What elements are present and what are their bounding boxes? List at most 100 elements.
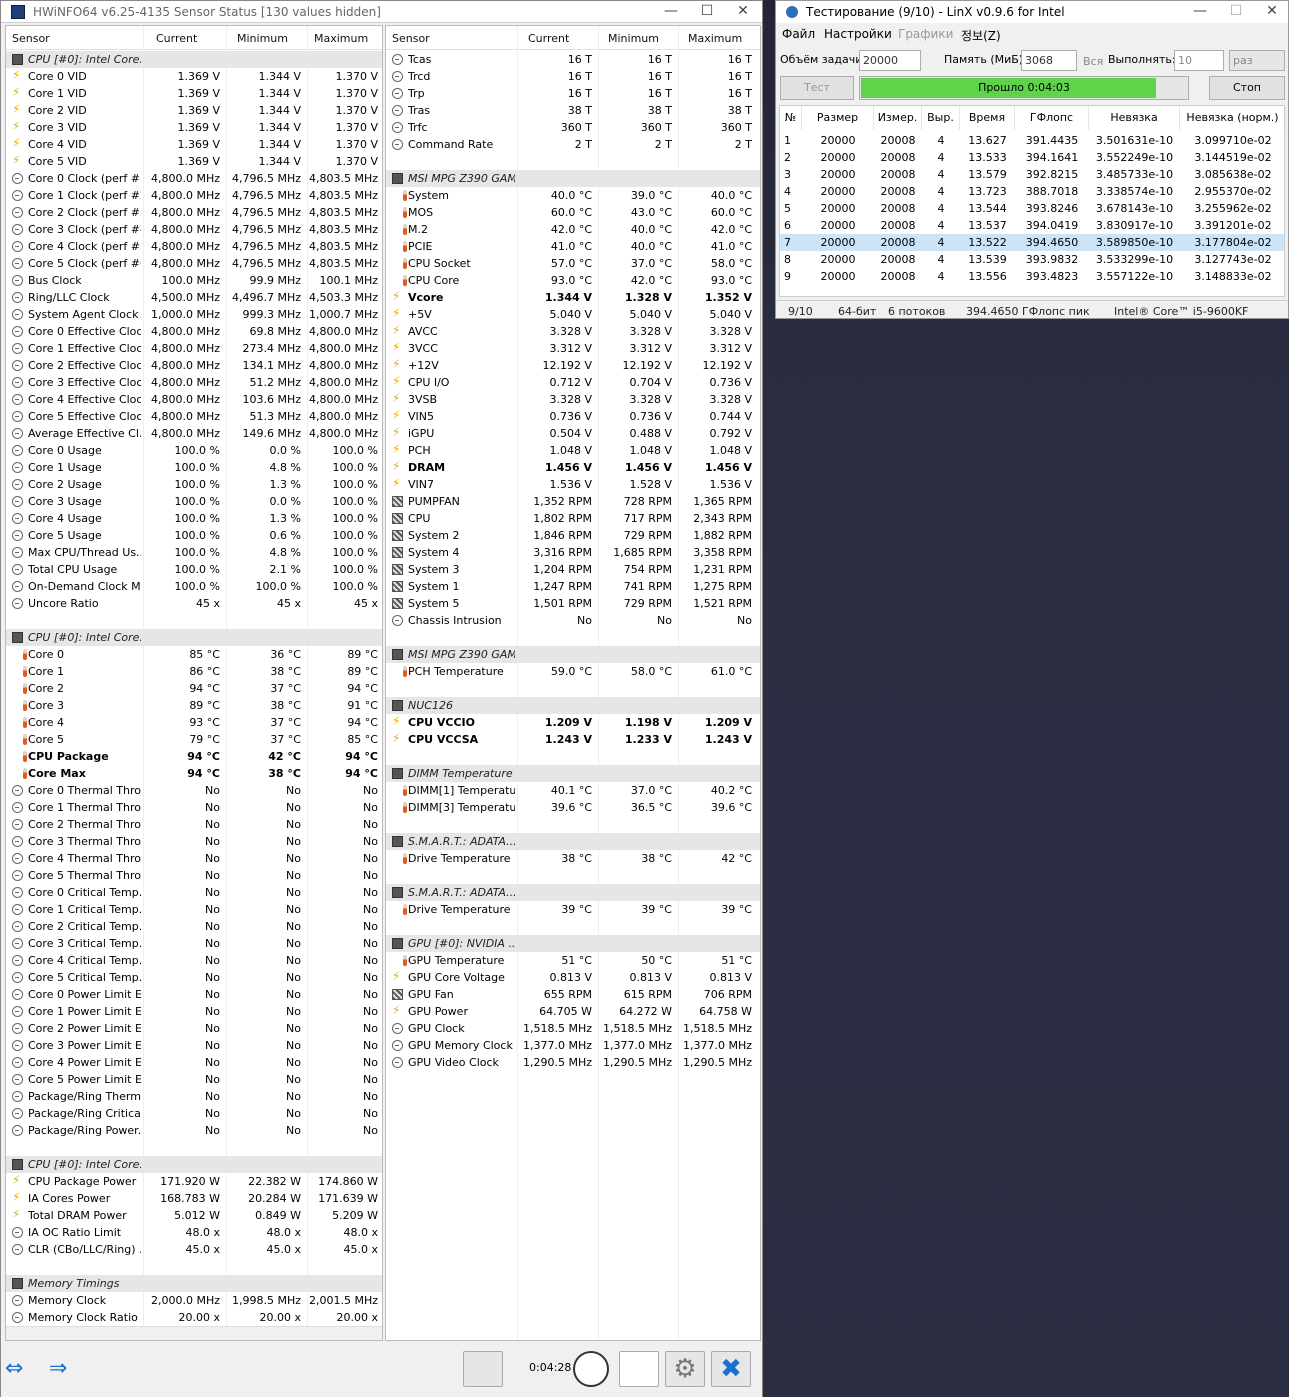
sensor-row[interactable]: System 3 1,204 RPM 754 RPM 1,231 RPM	[386, 561, 760, 578]
sensor-row[interactable]: PCH Temperature 59.0 °C 58.0 °C 61.0 °C	[386, 663, 760, 680]
table-row[interactable]: 4 20000 20008 4 13.723 388.7018 3.338574e-10 2.…	[780, 183, 1284, 200]
sensor-row[interactable]: Bus Clock 100.0 MHz 99.9 MHz 100.1 MHz	[6, 272, 382, 289]
sensor-row[interactable]: ⚡ Core 3 VID 1.369 V 1.344 V 1.370 V	[6, 119, 382, 136]
sensor-row[interactable]: System 40.0 °C 39.0 °C 40.0 °C	[386, 187, 760, 204]
sensor-row[interactable]: Ring/LLC Clock 4,500.0 MHz 4,496.7 MHz 4,50…	[6, 289, 382, 306]
column-residual[interactable]: Невязка	[1089, 106, 1180, 130]
linx-maximize-icon[interactable]: ☐	[1218, 1, 1254, 23]
table-row[interactable]: 1 20000 20008 4 13.627 391.4435 3.501631e-10 3.…	[780, 132, 1284, 149]
column-size[interactable]: Размер	[802, 106, 874, 130]
sensor-row[interactable]: M.2 42.0 °C 40.0 °C 42.0 °C	[386, 221, 760, 238]
menu-settings[interactable]: Настройки	[824, 27, 892, 41]
sensor-row[interactable]: Core 2 Clock (perf #3) 4,800.0 MHz 4,796.5…	[6, 204, 382, 221]
sensor-row[interactable]: Tras 38 T 38 T 38 T	[386, 102, 760, 119]
sensor-row[interactable]: Core 4 Critical Temp... No No No	[6, 952, 382, 969]
table-row[interactable]: 9 20000 20008 4 13.556 393.4823 3.557122e-10 3.…	[780, 268, 1284, 285]
table-row[interactable]: 2 20000 20008 4 13.533 394.1641 3.552249e-10 3.…	[780, 149, 1284, 166]
table-row[interactable]: 8 20000 20008 4 13.539 393.9832 3.533299e-10 3.…	[780, 251, 1284, 268]
hwinfo-titlebar[interactable]: HWiNFO64 v6.25-4135 Sensor Status [130 v…	[1, 1, 762, 23]
run-unit-select[interactable]: раз	[1229, 50, 1285, 71]
sensor-row[interactable]: Core 5 Effective Clock 4,800.0 MHz 51.3 MH…	[6, 408, 382, 425]
exit-icon[interactable]: ✖	[711, 1351, 751, 1387]
sensor-row[interactable]: PUMPFAN 1,352 RPM 728 RPM 1,365 RPM	[386, 493, 760, 510]
sensor-row[interactable]: Core 5 Critical Temp... No No No	[6, 969, 382, 986]
clock-icon[interactable]	[573, 1351, 609, 1387]
sensor-group-header[interactable]: NUC126	[386, 697, 760, 714]
sensor-row[interactable]: Uncore Ratio 45 x 45 x 45 x	[6, 595, 382, 612]
menu-file[interactable]: Файл	[782, 27, 815, 41]
close-icon[interactable]: ✕	[725, 1, 761, 23]
sensor-row[interactable]: System 2 1,846 RPM 729 RPM 1,882 RPM	[386, 527, 760, 544]
sensor-row[interactable]: Core 1 Clock (perf #2) 4,800.0 MHz 4,796.5…	[6, 187, 382, 204]
sensor-row[interactable]: Core 1 Power Limit E... No No No	[6, 1003, 382, 1020]
sensor-row[interactable]: CPU Socket 57.0 °C 37.0 °C 58.0 °C	[386, 255, 760, 272]
sensor-row[interactable]: Core 0 Effective Clock 4,800.0 MHz 69.8 MH…	[6, 323, 382, 340]
sensor-row[interactable]: Core 3 Power Limit E... No No No	[6, 1037, 382, 1054]
sensor-row[interactable]: MOS 60.0 °C 43.0 °C 60.0 °C	[386, 204, 760, 221]
sensor-group-header[interactable]: S.M.A.R.T.: ADATA...	[386, 833, 760, 850]
sensor-row[interactable]: ⚡ CPU VCCSA 1.243 V 1.233 V 1.243 V	[386, 731, 760, 748]
column-minimum[interactable]: Minimum	[608, 32, 674, 45]
sensor-row[interactable]: PCIE 41.0 °C 40.0 °C 41.0 °C	[386, 238, 760, 255]
sensor-row[interactable]: Drive Temperature 38 °C 38 °C 42 °C	[386, 850, 760, 867]
sensor-row[interactable]: ⚡ VIN7 1.536 V 1.528 V 1.536 V	[386, 476, 760, 493]
sensor-row[interactable]: Core 0 Power Limit E... No No No	[6, 986, 382, 1003]
sensor-row[interactable]: Core Max 94 °C 38 °C 94 °C	[6, 765, 382, 782]
sensor-row[interactable]: GPU Fan 655 RPM 615 RPM 706 RPM	[386, 986, 760, 1003]
sensor-row[interactable]: Core 3 Thermal Thro... No No No	[6, 833, 382, 850]
sensor-row[interactable]: Core 5 79 °C 37 °C 85 °C	[6, 731, 382, 748]
sensor-row[interactable]: ⚡ Core 2 VID 1.369 V 1.344 V 1.370 V	[6, 102, 382, 119]
sensor-row[interactable]: Core 5 Usage 100.0 % 0.6 % 100.0 %	[6, 527, 382, 544]
sensor-row[interactable]: Core 5 Power Limit E... No No No	[6, 1071, 382, 1088]
sensor-group-header[interactable]: Memory Timings	[6, 1275, 382, 1292]
table-row[interactable]: 3 20000 20008 4 13.579 392.8215 3.485733e-10 3.…	[780, 166, 1284, 183]
sensor-group-header[interactable]: DIMM Temperature ...	[386, 765, 760, 782]
sensor-row[interactable]: On-Demand Clock M... 100.0 % 100.0 % 100.0 …	[6, 578, 382, 595]
sensor-row[interactable]: Average Effective Cl... 4,800.0 MHz 149.6 …	[6, 425, 382, 442]
sensor-row[interactable]: ⚡ DRAM 1.456 V 1.456 V 1.456 V	[386, 459, 760, 476]
sensor-row[interactable]: Core 4 Effective Clock 4,800.0 MHz 103.6 M…	[6, 391, 382, 408]
sensor-row[interactable]: System 5 1,501 RPM 729 RPM 1,521 RPM	[386, 595, 760, 612]
horizontal-scrollbar[interactable]	[6, 1326, 382, 1340]
settings-gear-icon[interactable]: ⚙	[665, 1351, 705, 1387]
minimize-icon[interactable]: —	[653, 1, 689, 23]
sensor-row[interactable]: GPU Memory Clock 1,377.0 MHz 1,377.0 MHz 1,…	[386, 1037, 760, 1054]
sensor-row[interactable]: ⚡ CPU Package Power 171.920 W 22.382 W 174.8…	[6, 1173, 382, 1190]
sensor-group-header[interactable]: S.M.A.R.T.: ADATA...	[386, 884, 760, 901]
sensor-row[interactable]: ⚡ Core 4 VID 1.369 V 1.344 V 1.370 V	[6, 136, 382, 153]
sensor-row[interactable]: ⚡ VIN5 0.736 V 0.736 V 0.744 V	[386, 408, 760, 425]
sensor-row[interactable]: Total CPU Usage 100.0 % 2.1 % 100.0 %	[6, 561, 382, 578]
sensor-group-header[interactable]: CPU [#0]: Intel Core...	[6, 1156, 382, 1173]
table-row[interactable]: 6 20000 20008 4 13.537 394.0419 3.830917e-10 3.…	[780, 217, 1284, 234]
sensor-row[interactable]: ⚡ Total DRAM Power 5.012 W 0.849 W 5.209 W	[6, 1207, 382, 1224]
column-alignment[interactable]: Выр.	[922, 106, 960, 130]
column-time[interactable]: Время	[960, 106, 1015, 130]
sensor-panel-right[interactable]: Sensor Current Minimum Maximum Tcas 16 T 16 T 1…	[385, 25, 761, 1341]
column-dimension[interactable]: Измер.	[874, 106, 922, 130]
sensor-row[interactable]: Core 1 Critical Temp... No No No	[6, 901, 382, 918]
sensor-row[interactable]: ⚡ GPU Core Voltage 0.813 V 0.813 V 0.813 V	[386, 969, 760, 986]
collapse-right-button[interactable]: ⇒	[49, 1351, 89, 1387]
sensor-row[interactable]: Drive Temperature 39 °C 39 °C 39 °C	[386, 901, 760, 918]
sensor-row[interactable]: Core 5 Clock (perf #6) 4,800.0 MHz 4,796.5…	[6, 255, 382, 272]
sensor-row[interactable]: Core 1 86 °C 38 °C 89 °C	[6, 663, 382, 680]
sensor-row[interactable]: Core 0 Critical Temp... No No No	[6, 884, 382, 901]
sensor-row[interactable]: Package/Ring Therm... No No No	[6, 1088, 382, 1105]
sensor-row[interactable]: CLR (CBo/LLC/Ring) ... 45.0 x 45.0 x 45.0 x	[6, 1241, 382, 1258]
sensor-row[interactable]: ⚡ Core 0 VID 1.369 V 1.344 V 1.370 V	[6, 68, 382, 85]
sensor-row[interactable]: ⚡ PCH 1.048 V 1.048 V 1.048 V	[386, 442, 760, 459]
sensor-row[interactable]: System 4 3,316 RPM 1,685 RPM 3,358 RPM	[386, 544, 760, 561]
sensor-row[interactable]: ⚡ iGPU 0.504 V 0.488 V 0.792 V	[386, 425, 760, 442]
all-memory-checkbox[interactable]: Вся	[1083, 55, 1103, 68]
sensor-row[interactable]: Trp 16 T 16 T 16 T	[386, 85, 760, 102]
memory-select[interactable]: 3068	[1021, 50, 1077, 71]
sensor-row[interactable]: Tcas 16 T 16 T 16 T	[386, 51, 760, 68]
sensor-row[interactable]: Memory Clock 2,000.0 MHz 1,998.5 MHz 2,001.…	[6, 1292, 382, 1309]
sensor-row[interactable]: Core 1 Effective Clock 4,800.0 MHz 273.4 M…	[6, 340, 382, 357]
column-maximum[interactable]: Maximum	[314, 32, 380, 45]
sensor-row[interactable]: Core 5 Thermal Thro... No No No	[6, 867, 382, 884]
stop-button[interactable]: Стоп	[1209, 76, 1285, 100]
sensor-row[interactable]: Core 3 Effective Clock 4,800.0 MHz 51.2 MH…	[6, 374, 382, 391]
sensor-row[interactable]: ⚡ GPU Power 64.705 W 64.272 W 64.758 W	[386, 1003, 760, 1020]
collapse-left-button[interactable]: ⇔	[5, 1351, 45, 1387]
